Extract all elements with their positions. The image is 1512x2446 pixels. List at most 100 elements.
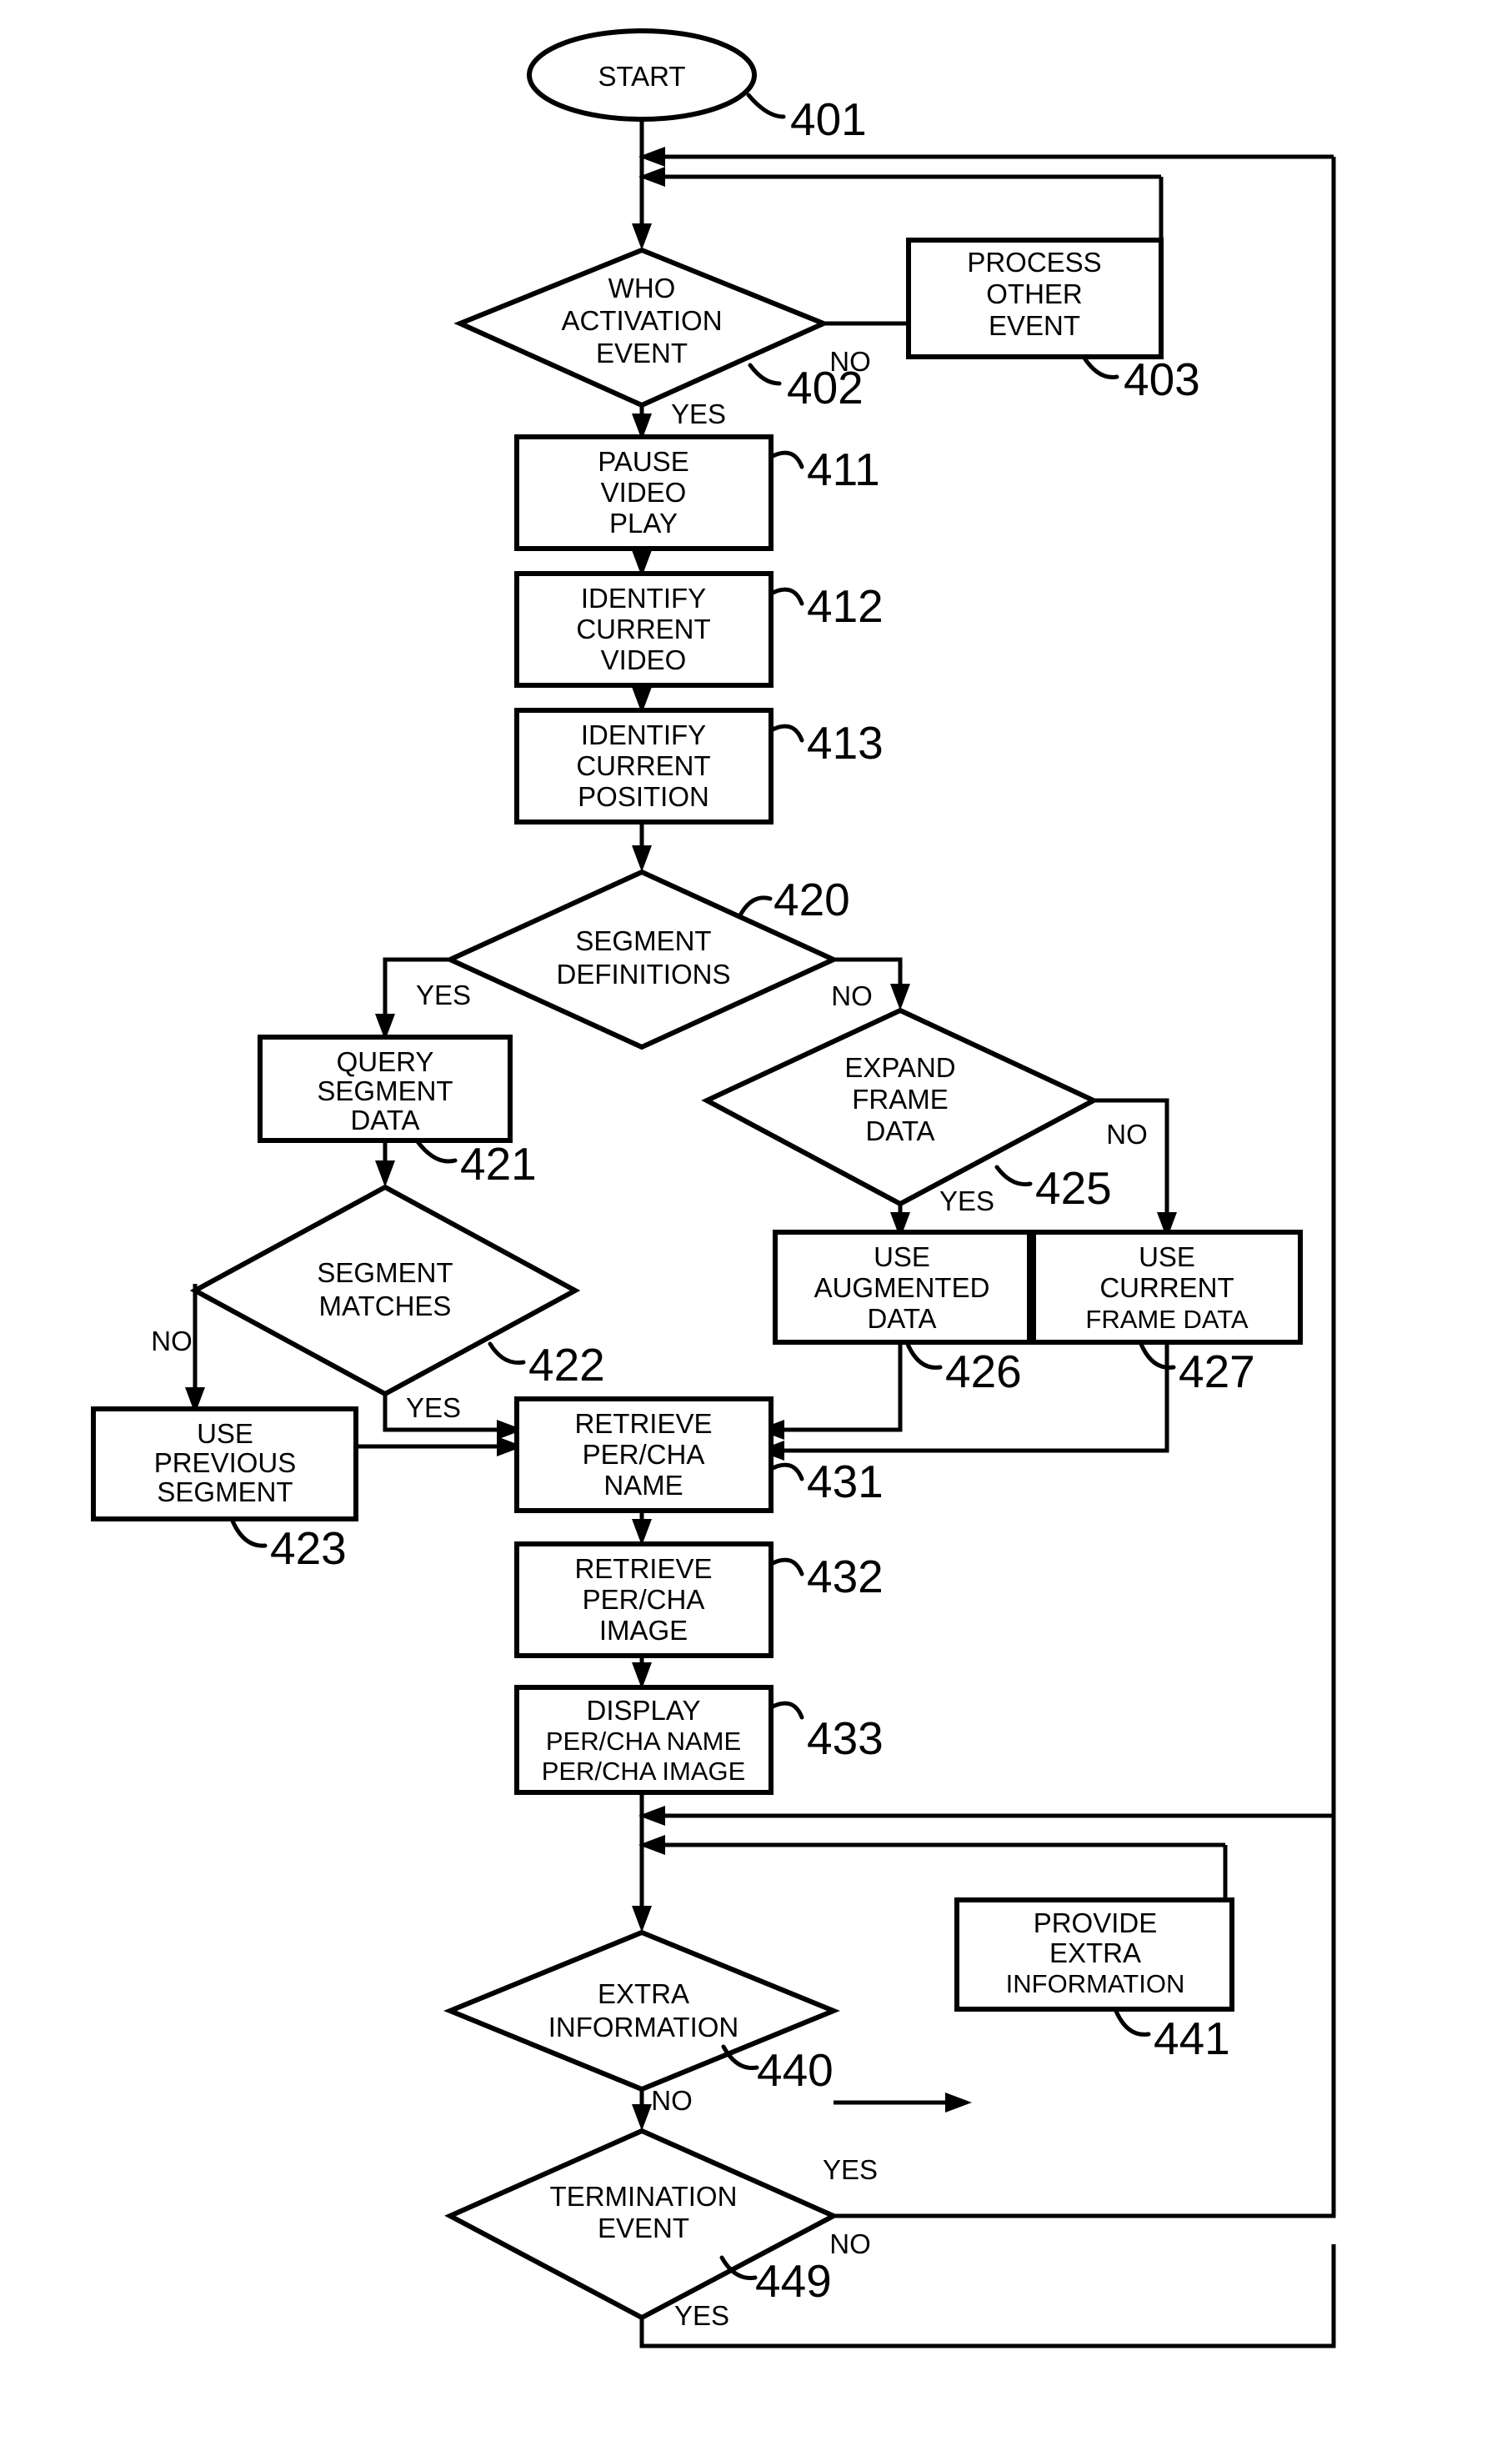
node-432-line2: PER/CHA [583,1584,705,1615]
ref-421: 421 [460,1138,537,1190]
arrowhead-433-to-440 [632,1906,652,1932]
node-421-line2: SEGMENT [317,1075,453,1106]
branch-422-yes: YES [406,1392,461,1423]
leader-432 [769,1557,804,1576]
node-411-line2: VIDEO [601,477,687,508]
arrowhead-440-yes [945,2093,972,2113]
connector-449-no [834,1816,1336,2218]
leader-413 [769,724,804,743]
ref-412: 412 [807,580,884,632]
leader-423 [229,1516,268,1548]
node-413-line3: POSITION [578,781,709,812]
leader-422 [488,1341,526,1366]
flowchart-canvas: START 401 WHO ACTIVATION EVENT NO 402 YE… [91,28,1336,2348]
leader-425 [994,1165,1033,1187]
node-425-line3: DATA [865,1115,934,1146]
ref-441: 441 [1154,2012,1230,2064]
node-who-line1: WHO [608,273,676,303]
node-421-line1: QUERY [337,1046,434,1077]
node-432-line3: IMAGE [599,1615,688,1646]
node-427-line1: USE [1139,1241,1195,1272]
leader-411 [769,450,804,469]
leader-401 [746,93,786,119]
arrowhead-421-to-422 [375,1160,395,1187]
arrowhead-start-to-who [632,223,652,250]
node-427-line2: CURRENT [1099,1272,1234,1303]
node-412-line2: CURRENT [576,614,710,644]
ref-413: 413 [807,717,884,769]
leader-433 [769,1701,804,1720]
connector-426-to-431 [771,1342,903,1432]
leader-403 [1081,354,1119,379]
node-423-line1: USE [197,1418,253,1449]
ref-401: 401 [790,93,867,145]
ref-432: 432 [807,1551,884,1602]
ref-440: 440 [757,2044,834,2096]
leader-412 [769,587,804,606]
node-431-line2: PER/CHA [583,1439,705,1470]
leader-441 [1113,2007,1151,2037]
node-413-line2: CURRENT [576,750,710,781]
branch-422-no: NO [151,1326,193,1356]
leader-402 [748,363,782,386]
node-other-line1: PROCESS [967,247,1101,278]
node-who-line2: ACTIVATION [561,305,722,336]
node-start-label: START [598,61,685,92]
branch-449-no: NO [829,2228,871,2259]
node-426-line1: USE [874,1241,930,1272]
ref-426: 426 [945,1346,1022,1397]
branch-who-yes: YES [671,398,726,429]
branch-440-yes: YES [823,2154,878,2185]
ref-423: 423 [270,1522,347,1574]
node-422-line1: SEGMENT [317,1257,453,1288]
ref-422: 422 [528,1339,605,1391]
node-420-line1: SEGMENT [575,925,711,956]
node-413-line1: IDENTIFY [581,719,706,750]
branch-440-no: NO [651,2085,693,2116]
node-431-line1: RETRIEVE [574,1408,712,1439]
node-441-line2: EXTRA [1049,1937,1141,1968]
arrowhead-413-to-420 [632,845,652,872]
node-440-line2: INFORMATION [548,2012,739,2043]
node-432-line1: RETRIEVE [574,1553,712,1584]
ref-420: 420 [774,874,850,925]
node-440-line1: EXTRA [598,1978,689,2009]
node-423-line3: SEGMENT [157,1476,293,1507]
branch-425-no: NO [1106,1119,1148,1150]
leader-426 [904,1340,943,1370]
ref-433: 433 [807,1712,884,1764]
node-441-line1: PROVIDE [1034,1907,1158,1938]
node-426-line2: AUGMENTED [814,1272,990,1303]
ref-403: 403 [1124,353,1200,405]
node-441-line3: INFORMATION [1006,1969,1185,1998]
arrowhead-440-no [632,2104,652,2131]
branch-420-no: NO [831,980,873,1011]
node-421-line3: DATA [350,1105,419,1135]
node-433-line1: DISPLAY [587,1695,701,1726]
node-412-line3: VIDEO [601,644,687,675]
ref-402: 402 [787,362,864,414]
ref-427: 427 [1179,1346,1255,1397]
ref-449: 449 [755,2255,832,2307]
leader-431 [769,1462,804,1481]
node-425-line2: FRAME [852,1084,949,1115]
node-426-line3: DATA [867,1303,936,1334]
node-423-line2: PREVIOUS [154,1447,297,1478]
leader-420 [738,895,773,918]
ref-411: 411 [807,444,880,495]
node-427-line3: FRAME DATA [1085,1305,1249,1334]
branch-425-yes: YES [939,1185,994,1216]
node-other-line2: OTHER [986,278,1083,309]
node-433-line3: PER/CHA IMAGE [542,1757,746,1786]
ref-431: 431 [807,1456,884,1507]
ref-425: 425 [1035,1162,1112,1214]
node-other-line3: EVENT [989,310,1080,341]
node-449-line2: EVENT [598,2213,689,2243]
node-431-line3: NAME [603,1470,683,1501]
node-411-line1: PAUSE [598,446,688,477]
node-449-line1: TERMINATION [550,2181,738,2212]
node-who-line3: EVENT [596,338,688,368]
node-420-line2: DEFINITIONS [556,959,730,990]
node-422-line2: MATCHES [319,1291,452,1321]
node-433-line2: PER/CHA NAME [546,1727,741,1756]
